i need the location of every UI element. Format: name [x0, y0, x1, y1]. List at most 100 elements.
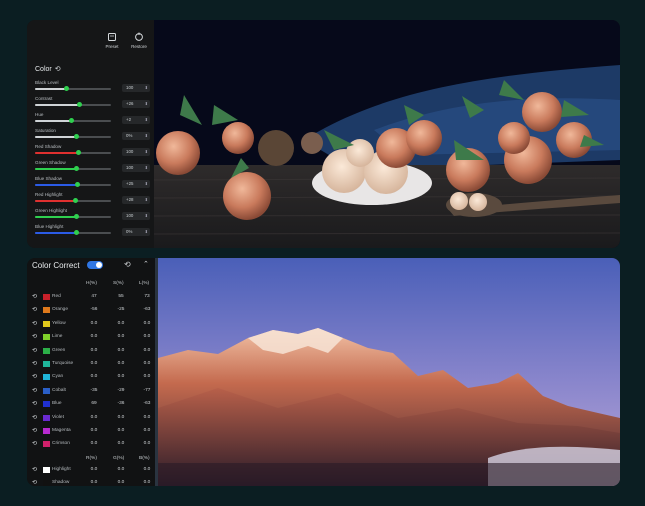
stepper-icon[interactable]: ⬍ [141, 132, 148, 140]
slider-value-field[interactable]: 0% ⬍ [122, 228, 150, 236]
slider-track[interactable] [35, 86, 111, 91]
color-reset-icon[interactable]: ⟲ [55, 66, 61, 73]
hue-value[interactable]: 0.0 [86, 361, 102, 366]
slider-knob[interactable] [74, 230, 80, 235]
hue-value[interactable]: -35 [86, 388, 102, 393]
lightness-value[interactable]: 0.0 [139, 415, 155, 420]
hue-value[interactable]: 0.0 [86, 374, 102, 379]
saturation-value[interactable]: -25 [113, 307, 129, 312]
green-value[interactable]: 0.0 [113, 480, 129, 485]
blue-value[interactable]: 0.0 [139, 467, 155, 472]
lightness-value[interactable]: -63 [139, 401, 155, 406]
slider-track[interactable] [35, 166, 111, 171]
stepper-icon[interactable]: ⬍ [141, 100, 148, 108]
red-value[interactable]: 0.0 [86, 480, 102, 485]
hue-value[interactable]: 0.0 [86, 428, 102, 433]
slider-knob[interactable] [74, 134, 80, 139]
color-correct-toggle[interactable] [87, 261, 103, 269]
slider-track[interactable] [35, 182, 111, 187]
saturation-value[interactable]: 0.0 [113, 334, 129, 339]
color-correct-reset-icon[interactable]: ⟲ [124, 260, 131, 269]
preset-button[interactable]: Preset [99, 32, 125, 49]
slider-value-field[interactable]: +28 ⬍ [122, 196, 150, 204]
slider-track[interactable] [35, 198, 111, 203]
lightness-value[interactable]: 0.0 [139, 334, 155, 339]
saturation-value[interactable]: 0.0 [113, 415, 129, 420]
slider-track[interactable] [35, 118, 111, 123]
hue-value[interactable]: 69 [86, 401, 102, 406]
row-reset-icon[interactable]: ⟲ [32, 320, 37, 327]
saturation-value[interactable]: 0.0 [113, 348, 129, 353]
slider-knob[interactable] [74, 214, 80, 219]
saturation-value[interactable]: 0.0 [113, 361, 129, 366]
lightness-value[interactable]: 0.0 [139, 428, 155, 433]
lightness-value[interactable]: 0.0 [139, 321, 155, 326]
row-reset-icon[interactable]: ⟲ [32, 427, 37, 434]
stepper-icon[interactable]: ⬍ [141, 116, 148, 124]
saturation-value[interactable]: 0.0 [113, 428, 129, 433]
row-reset-icon[interactable]: ⟲ [32, 293, 37, 300]
slider-value-field[interactable]: 0% ⬍ [122, 132, 150, 140]
row-reset-icon[interactable]: ⟲ [32, 347, 37, 354]
collapse-icon[interactable]: ⌃ [143, 260, 149, 268]
row-reset-icon[interactable]: ⟲ [32, 400, 37, 407]
row-reset-icon[interactable]: ⟲ [32, 466, 37, 473]
slider-track[interactable] [35, 230, 111, 235]
slider-value-field[interactable]: 100 ⬍ [122, 164, 150, 172]
slider-knob[interactable] [72, 198, 78, 203]
slider-value-field[interactable]: +25 ⬍ [122, 180, 150, 188]
slider-track[interactable] [35, 214, 111, 219]
slider-track[interactable] [35, 150, 111, 155]
lightness-value[interactable]: 0.0 [139, 441, 155, 446]
saturation-value[interactable]: -36 [113, 401, 129, 406]
slider-knob[interactable] [76, 102, 82, 107]
stepper-icon[interactable]: ⬍ [141, 212, 148, 220]
row-reset-icon[interactable]: ⟲ [32, 414, 37, 421]
saturation-value[interactable]: 55 [113, 294, 129, 299]
stepper-icon[interactable]: ⬍ [141, 228, 148, 236]
slider-value-field[interactable]: +26 ⬍ [122, 100, 150, 108]
hue-value[interactable]: 0.0 [86, 441, 102, 446]
row-reset-icon[interactable]: ⟲ [32, 479, 37, 486]
slider-knob[interactable] [75, 182, 81, 187]
hue-value[interactable]: 47 [86, 294, 102, 299]
hue-value[interactable]: 0.0 [86, 321, 102, 326]
slider-track[interactable] [35, 134, 111, 139]
slider-value-field[interactable]: 100 ⬍ [122, 212, 150, 220]
slider-value-field[interactable]: 100 ⬍ [122, 84, 150, 92]
lightness-value[interactable]: 0.0 [139, 361, 155, 366]
lightness-value[interactable]: -77 [139, 388, 155, 393]
restore-button[interactable]: Restore [126, 32, 152, 49]
hue-value[interactable]: 0.0 [86, 348, 102, 353]
hue-value[interactable]: -56 [86, 307, 102, 312]
slider-value-field[interactable]: +2 ⬍ [122, 116, 150, 124]
row-reset-icon[interactable]: ⟲ [32, 373, 37, 380]
lightness-value[interactable]: 0.0 [139, 348, 155, 353]
slider-knob[interactable] [75, 150, 81, 155]
hue-value[interactable]: 0.0 [86, 334, 102, 339]
stepper-icon[interactable]: ⬍ [141, 164, 148, 172]
red-value[interactable]: 0.0 [86, 467, 102, 472]
lightness-value[interactable]: -63 [139, 307, 155, 312]
green-value[interactable]: 0.0 [113, 467, 129, 472]
row-reset-icon[interactable]: ⟲ [32, 440, 37, 447]
saturation-value[interactable]: -29 [113, 388, 129, 393]
row-reset-icon[interactable]: ⟲ [32, 306, 37, 313]
slider-knob[interactable] [74, 166, 80, 171]
slider-value-field[interactable]: 100 ⬍ [122, 148, 150, 156]
saturation-value[interactable]: 0.0 [113, 441, 129, 446]
slider-track[interactable] [35, 102, 111, 107]
lightness-value[interactable]: 73 [139, 294, 155, 299]
lightness-value[interactable]: 0.0 [139, 374, 155, 379]
saturation-value[interactable]: 0.0 [113, 374, 129, 379]
hue-value[interactable]: 0.0 [86, 415, 102, 420]
row-reset-icon[interactable]: ⟲ [32, 360, 37, 367]
row-reset-icon[interactable]: ⟲ [32, 387, 37, 394]
slider-knob[interactable] [64, 86, 70, 91]
stepper-icon[interactable]: ⬍ [141, 196, 148, 204]
stepper-icon[interactable]: ⬍ [141, 148, 148, 156]
blue-value[interactable]: 0.0 [139, 480, 155, 485]
stepper-icon[interactable]: ⬍ [141, 180, 148, 188]
slider-knob[interactable] [68, 118, 74, 123]
stepper-icon[interactable]: ⬍ [141, 84, 148, 92]
